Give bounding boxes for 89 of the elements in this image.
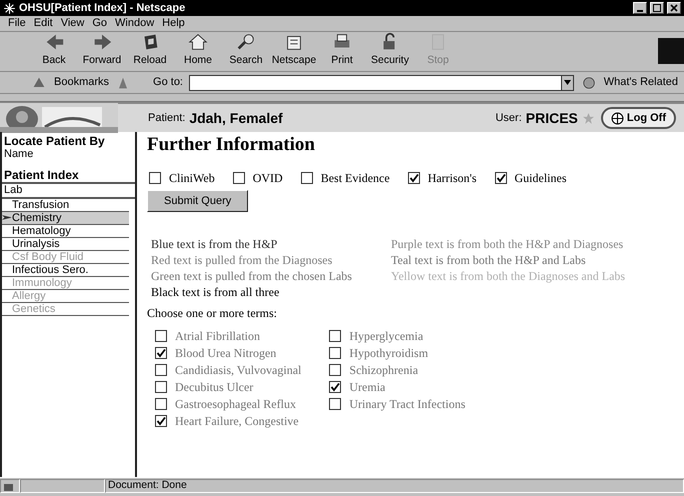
- term-label: Heart Failure, Congestive: [175, 413, 299, 430]
- legend-text: Red text is pulled from the Diagnoses: [151, 252, 334, 268]
- sidebar-section[interactable]: Lab: [2, 182, 135, 199]
- menu-item[interactable]: File: [8, 15, 26, 32]
- page-title: Further Information: [147, 134, 316, 157]
- term-label: Blood Urea Nitrogen: [175, 345, 276, 362]
- check-icon: [408, 172, 419, 183]
- dropdown-icon[interactable]: [560, 74, 574, 90]
- checkbox[interactable]: [329, 347, 342, 360]
- toolbar-button[interactable]: Security: [366, 31, 414, 69]
- menu-item[interactable]: Edit: [34, 15, 53, 32]
- term-label: Candidiasis, Vulvovaginal: [175, 362, 302, 378]
- minimize-icon[interactable]: [633, 2, 647, 14]
- term-label: Hyperglycemia: [349, 328, 424, 344]
- legend-text: Yellow text is from both the Diagnoses and Labs: [391, 268, 626, 284]
- checkbox-label: CliniWeb: [169, 170, 215, 187]
- user-label: User:: [495, 110, 522, 126]
- toolbar-button[interactable]: Back: [30, 31, 78, 69]
- goto-label: Go to:: [153, 75, 183, 90]
- checkbox[interactable]: [408, 172, 420, 184]
- check-icon: [156, 416, 166, 426]
- legend-text: Blue text is from the H&P: [151, 236, 278, 252]
- sidebar-heading: Locate Patient By: [3, 135, 106, 148]
- checkbox[interactable]: [329, 330, 342, 342]
- arrow-icon: [2, 214, 12, 221]
- checkbox[interactable]: [155, 347, 167, 360]
- checkbox[interactable]: [149, 172, 161, 184]
- patient-label: Patient:: [148, 110, 186, 126]
- menu-item[interactable]: Help: [162, 15, 185, 32]
- toolbar-button[interactable]: Forward: [78, 31, 126, 69]
- whats-related-button[interactable]: What's Related: [604, 74, 678, 91]
- term-label: Schizophrenia: [349, 362, 418, 378]
- check-icon: [156, 348, 166, 358]
- patient-name: Jdah, Femalef: [189, 108, 284, 128]
- checkbox[interactable]: [155, 381, 167, 394]
- sidebar-item[interactable]: Urinalysis: [2, 238, 129, 251]
- bookmarks-button[interactable]: Bookmarks: [54, 74, 110, 91]
- menu-item[interactable]: View: [60, 15, 84, 32]
- star-icon: [582, 112, 595, 124]
- sidebar-item[interactable]: Chemistry: [2, 212, 129, 225]
- user-name: PRICES: [526, 108, 578, 128]
- checkbox[interactable]: [494, 172, 507, 184]
- checkbox-label: OVID: [252, 170, 283, 187]
- term-label: Hypothyroidism: [349, 345, 428, 362]
- term-label: Atrial Fibrillation: [175, 328, 260, 344]
- toolbar-button[interactable]: Search: [222, 31, 270, 69]
- menu-item[interactable]: Go: [92, 15, 108, 32]
- toolbar-button[interactable]: Reload: [126, 31, 174, 69]
- term-label: Decubitus Ulcer: [175, 379, 254, 396]
- checkbox[interactable]: [329, 398, 342, 410]
- legend-text: Purple text is from both the H&P and Diagnoses: [391, 236, 624, 252]
- toolbar-button[interactable]: Home: [174, 31, 222, 69]
- name-link[interactable]: Name: [2, 148, 135, 161]
- sidebar-item[interactable]: Hematology: [2, 225, 129, 238]
- terms-prompt: Choose one or more terms:: [147, 305, 278, 322]
- window-title: OHSU[Patient Index] - Netscape: [19, 0, 186, 16]
- toolbar-button[interactable]: Print: [318, 31, 366, 69]
- sidebar-item[interactable]: Infectious Sero.: [2, 264, 129, 277]
- status-text: Document: Done: [105, 478, 684, 492]
- submit-button[interactable]: Submit Query: [147, 190, 248, 212]
- check-icon: [496, 172, 506, 183]
- netscape-logo-icon: [3, 2, 16, 14]
- checkbox[interactable]: [232, 172, 245, 184]
- checkbox-label: Guidelines: [514, 170, 567, 187]
- menu-item[interactable]: Window: [115, 15, 154, 32]
- security-status-icon: [0, 478, 20, 492]
- legend-text: Green text is pulled from the chosen Labs: [151, 268, 353, 284]
- checkbox[interactable]: [300, 172, 313, 184]
- term-label: Urinary Tract Infections: [349, 396, 466, 412]
- checkbox-label: Harrison's: [428, 170, 477, 187]
- checkbox[interactable]: [329, 381, 342, 394]
- checkbox[interactable]: [155, 364, 167, 376]
- check-icon: [330, 382, 340, 392]
- globe-icon: [610, 112, 624, 124]
- maximize-icon[interactable]: [650, 2, 664, 14]
- checkbox-label: Best Evidence: [320, 170, 390, 187]
- legend-text: Black text is from all three: [151, 284, 280, 300]
- checkbox[interactable]: [155, 398, 167, 410]
- term-label: Gastroesophageal Reflux: [175, 396, 296, 412]
- log-off-button[interactable]: Log Off: [600, 106, 676, 130]
- checkbox[interactable]: [329, 364, 342, 376]
- term-label: Uremia: [349, 379, 386, 396]
- url-field[interactable]: [189, 74, 561, 90]
- toolbar-button[interactable]: Netscape: [270, 31, 318, 69]
- checkbox[interactable]: [155, 415, 167, 428]
- close-icon[interactable]: [667, 2, 681, 14]
- checkbox[interactable]: [155, 330, 167, 342]
- sidebar-heading: Patient Index: [3, 169, 80, 182]
- legend-text: Teal text is from both the H&P and Labs: [391, 252, 587, 268]
